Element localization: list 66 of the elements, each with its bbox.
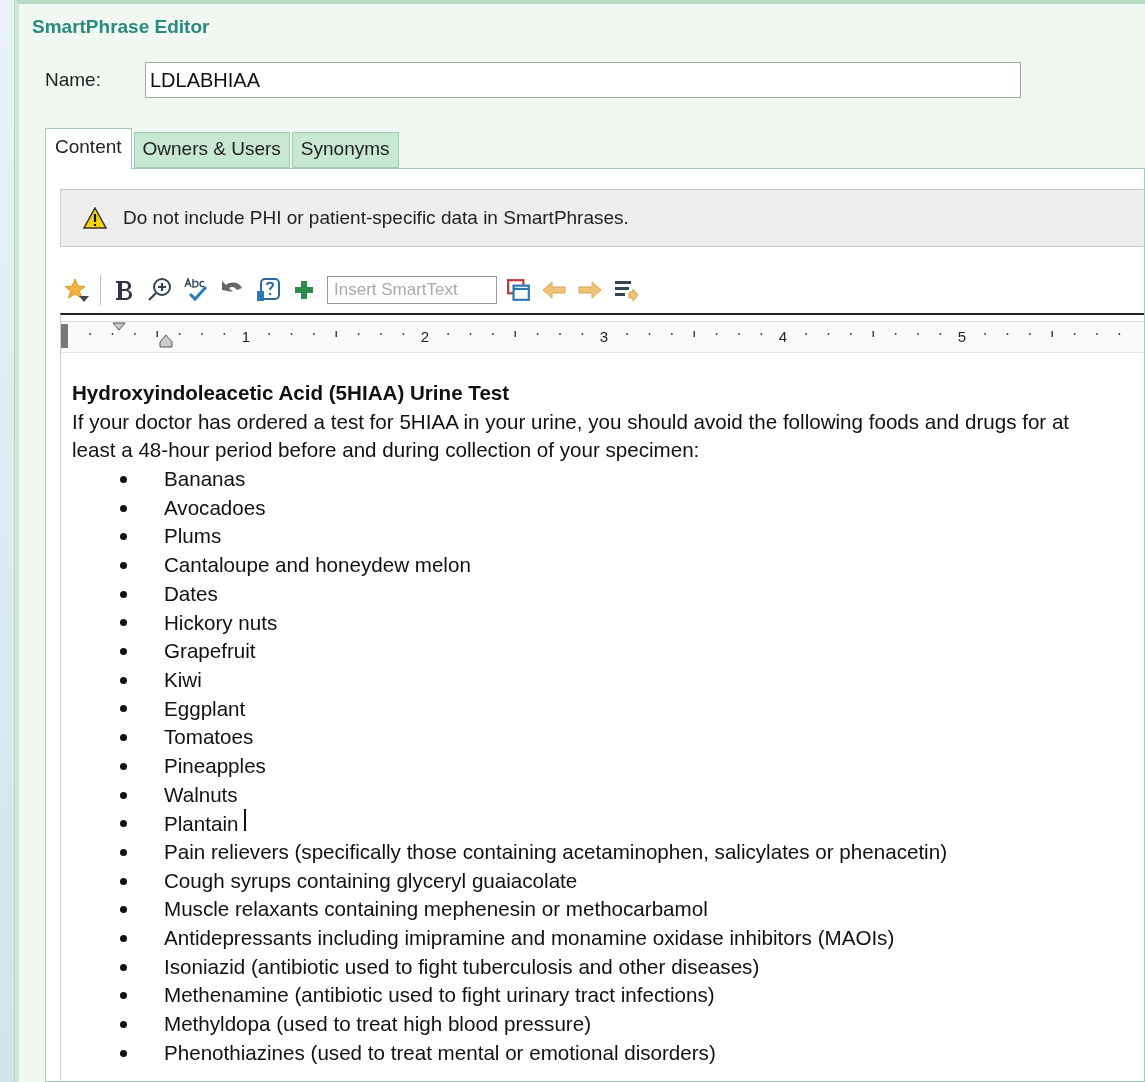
bullet-icon xyxy=(120,848,127,856)
warning-icon xyxy=(83,207,107,229)
warning-text: Do not include PHI or patient-specific data in SmartPhrases. xyxy=(123,207,629,229)
list-item: Tomatoes xyxy=(164,724,254,751)
bullet-icon xyxy=(120,648,127,656)
window-icon[interactable] xyxy=(507,278,531,302)
list-item: Muscle relaxants containing mephenesin or methocarbamol xyxy=(164,896,708,923)
bullet-icon xyxy=(120,906,127,914)
list-item: Plums xyxy=(164,523,222,550)
margin-marker-icon[interactable] xyxy=(61,324,68,348)
bullet-icon xyxy=(120,762,127,770)
star-icon[interactable] xyxy=(64,277,90,303)
ruler-number: 1 xyxy=(241,328,251,345)
bullet-icon xyxy=(120,791,127,799)
paragraph: If your doctor has ordered a test for 5HIAA in your urine, you should avoid the following foods and drugs for at least a 48-hour period before and during collection of your specimen: xyxy=(72,408,1071,464)
list-item: Grapefruit xyxy=(164,638,256,665)
list-item: Cantaloupe and honeydew melon xyxy=(164,552,471,579)
ruler-number: 4 xyxy=(778,328,788,345)
list-item: Methyldopa (used to treat high blood pressure) xyxy=(164,1011,591,1038)
bullet-icon xyxy=(120,562,127,569)
bullet-icon xyxy=(120,734,127,742)
bullet-icon xyxy=(120,676,127,684)
list-item: Isoniazid (antibiotic used to fight tuberculosis and other diseases) xyxy=(164,953,760,980)
bullet-icon xyxy=(120,533,127,541)
bullet-icon xyxy=(120,963,127,971)
insert-smarttext-field[interactable]: Insert SmartText xyxy=(327,276,497,304)
bullet-icon xyxy=(120,1049,127,1057)
bullet-icon xyxy=(120,1021,127,1028)
list-item: Pain relievers (specifically those containing acetaminophen, salicylates or phenacetin) xyxy=(164,839,947,866)
list-item: Cough syrups containing glyceryl guaiacolate xyxy=(164,867,578,894)
list-item: Plantain xyxy=(164,808,247,839)
bullet-icon xyxy=(120,877,127,885)
list-item: Antidepressants including imipramine and monamine oxidase inhibitors (MAOIs) xyxy=(164,925,895,952)
window-title: SmartPhrase Editor xyxy=(31,15,211,39)
ruler-number: 3 xyxy=(599,328,609,345)
name-field[interactable]: LDLABHIAA xyxy=(144,62,1021,98)
help-icon[interactable] xyxy=(255,277,281,303)
bullet-icon xyxy=(120,475,127,483)
spellcheck-icon[interactable] xyxy=(183,277,209,303)
document-heading: Hydroxyindoleacetic Acid (5HIAA) Urine Test xyxy=(72,380,511,406)
list-item: Methenamine (antibiotic used to fight urinary tract infections) xyxy=(164,982,715,1009)
bullet-icon xyxy=(120,504,127,512)
hanging-indent-icon[interactable] xyxy=(159,334,173,348)
bullet-icon xyxy=(120,820,127,828)
list-item: Dates xyxy=(164,580,218,607)
ruler-number: 2 xyxy=(420,328,430,345)
list-item: Phenothiazines (used to treat mental or emotional disorders) xyxy=(164,1039,716,1066)
first-line-indent-icon[interactable] xyxy=(112,322,126,331)
tab[interactable]: Synonyms xyxy=(291,132,399,168)
bullet-icon xyxy=(120,705,127,713)
list-item: Walnuts xyxy=(164,781,238,808)
ruler-number: 5 xyxy=(957,328,967,345)
list-item: Hickory nuts xyxy=(164,609,278,636)
tab[interactable]: Content xyxy=(45,128,132,169)
list-item: Bananas xyxy=(164,466,246,493)
list-item: Avocadoes xyxy=(164,494,266,521)
list-item: Kiwi xyxy=(164,666,202,693)
name-label: Name: xyxy=(45,69,101,91)
bullet-icon xyxy=(120,619,127,627)
bullet-icon xyxy=(120,590,127,598)
bullet-icon xyxy=(120,992,127,1000)
tab[interactable]: Owners & Users xyxy=(133,132,290,168)
zoom-in-icon[interactable] xyxy=(147,277,173,303)
bullet-icon xyxy=(120,934,127,942)
list-item: Pineapples xyxy=(164,753,266,779)
list-item: Eggplant xyxy=(164,695,246,722)
